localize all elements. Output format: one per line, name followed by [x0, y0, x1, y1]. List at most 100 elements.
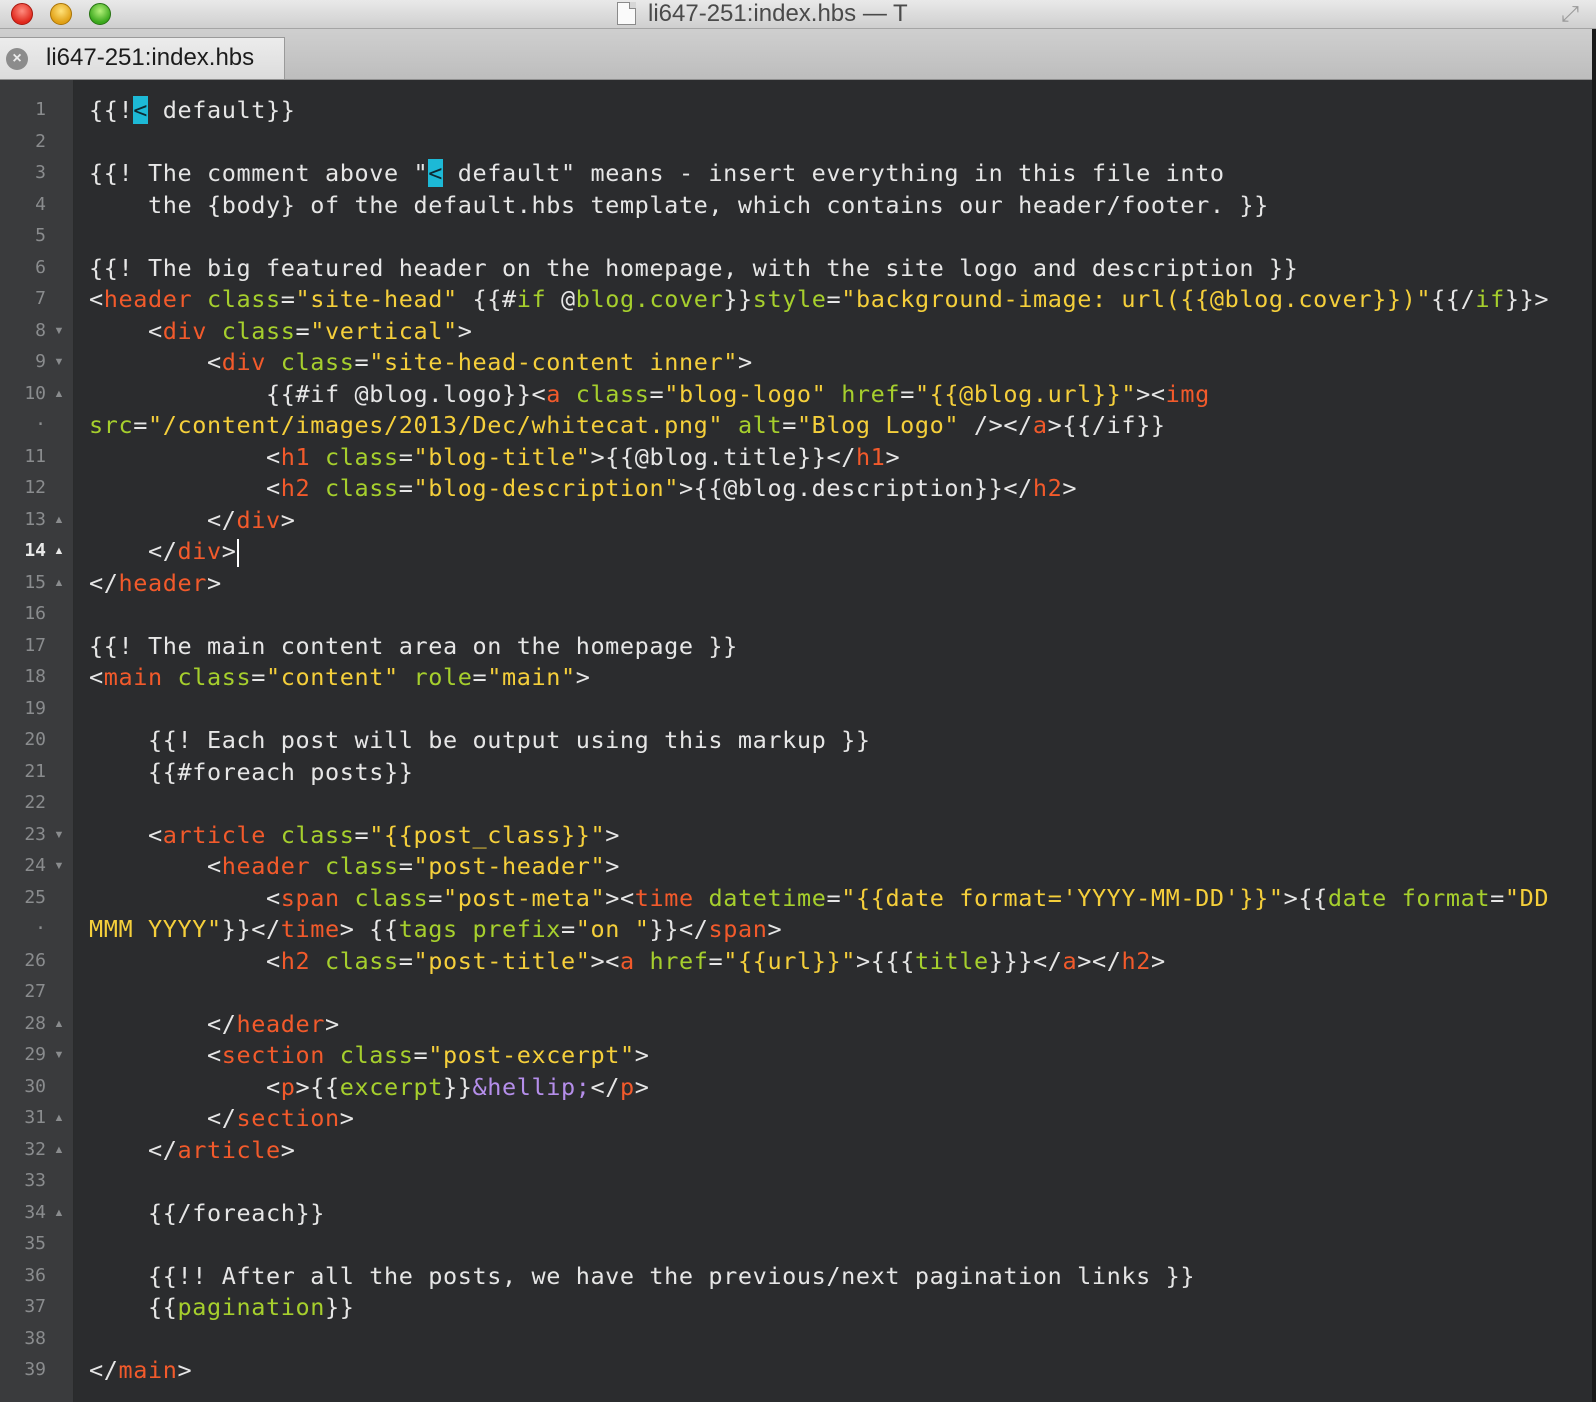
- code-line[interactable]: 4 the {body} of the default.hbs template…: [0, 189, 1592, 221]
- line-code[interactable]: <article class="{{post_class}}">: [89, 819, 620, 851]
- code-line[interactable]: 7 <header class="site-head" {{#if @blog.c…: [0, 283, 1592, 315]
- code-line[interactable]: 1 {{!< default}}: [0, 94, 1592, 126]
- fold-open-icon[interactable]: ▼: [52, 850, 66, 882]
- line-code[interactable]: <header class="site-head" {{#if @blog.co…: [89, 283, 1549, 315]
- line-code[interactable]: {{!! After all the posts, we have the pr…: [89, 1260, 1195, 1292]
- fold-close-icon[interactable]: ▲: [52, 1197, 66, 1229]
- code-line[interactable]: 5: [0, 220, 1592, 252]
- fold-close-icon[interactable]: ▲: [52, 535, 66, 567]
- code-line[interactable]: 38: [0, 1323, 1592, 1355]
- fold-close-icon[interactable]: ▲: [52, 1008, 66, 1040]
- fold-close-icon[interactable]: ▲: [52, 1134, 66, 1166]
- line-code[interactable]: <div class="vertical">: [89, 315, 472, 347]
- code-token: header: [103, 285, 193, 313]
- code-line[interactable]: 22: [0, 787, 1592, 819]
- line-code[interactable]: {{! The big featured header on the homep…: [89, 252, 1298, 284]
- code-line[interactable]: 14 ▲ </div>: [0, 535, 1592, 567]
- code-line[interactable]: 15 ▲ </header>: [0, 567, 1592, 599]
- minimize-window-button[interactable]: [50, 3, 72, 25]
- code-line[interactable]: 26 <h2 class="post-title"><a href="{{url…: [0, 945, 1592, 977]
- code-line[interactable]: 31 ▲ </section>: [0, 1102, 1592, 1134]
- close-window-button[interactable]: [11, 3, 33, 25]
- fold-close-icon[interactable]: ▲: [52, 378, 66, 410]
- tab-close-icon[interactable]: ×: [6, 48, 28, 70]
- fold-open-icon[interactable]: ▼: [52, 819, 66, 851]
- code-line[interactable]: 17 {{! The main content area on the homep…: [0, 630, 1592, 662]
- fold-close-icon[interactable]: ▲: [52, 504, 66, 536]
- fold-close-icon[interactable]: ▲: [52, 567, 66, 599]
- line-code[interactable]: <header class="post-header">: [89, 850, 620, 882]
- code-line[interactable]: 25 <span class="post-meta"><time datetim…: [0, 882, 1592, 914]
- code-line[interactable]: 9 ▼ <div class="site-head-content inner">: [0, 346, 1592, 378]
- line-number: 35: [24, 1233, 46, 1254]
- line-code[interactable]: </header>: [89, 567, 222, 599]
- line-code[interactable]: </article>: [89, 1134, 296, 1166]
- fold-open-icon[interactable]: ▼: [52, 1039, 66, 1071]
- line-code[interactable]: src="/content/images/2013/Dec/whitecat.p…: [89, 409, 1166, 441]
- line-code[interactable]: {{/foreach}}: [89, 1197, 325, 1229]
- fold-close-icon[interactable]: ▲: [52, 1102, 66, 1134]
- code-line[interactable]: 21 {{#foreach posts}}: [0, 756, 1592, 788]
- code-line[interactable]: 24 ▼ <header class="post-header">: [0, 850, 1592, 882]
- code-line[interactable]: 37 {{pagination}}: [0, 1291, 1592, 1323]
- code-token: h1: [855, 442, 886, 471]
- line-code[interactable]: <div class="site-head-content inner">: [89, 346, 753, 378]
- line-code[interactable]: {{!< default}}: [89, 94, 295, 126]
- line-code[interactable]: </div>: [89, 504, 295, 536]
- line-code[interactable]: {{! The main content area on the homepag…: [89, 630, 738, 662]
- line-code[interactable]: <section class="post-excerpt">: [89, 1039, 649, 1071]
- code-token: </: [89, 1104, 237, 1132]
- line-code[interactable]: <h1 class="blog-title">{{@blog.title}}</…: [89, 441, 900, 473]
- fold-open-icon[interactable]: ▼: [52, 346, 66, 378]
- fold-open-icon[interactable]: ▼: [52, 315, 66, 347]
- line-code[interactable]: </section>: [89, 1102, 354, 1134]
- line-code[interactable]: {{! The comment above "< default" means …: [89, 157, 1225, 189]
- line-code[interactable]: </header>: [89, 1008, 340, 1040]
- code-line[interactable]: 6 {{! The big featured header on the home…: [0, 252, 1592, 284]
- code-line[interactable]: · MMM YYYY"}}</time> {{tags prefix="on "}…: [0, 913, 1592, 945]
- code-line[interactable]: 10 ▲ {{#if @blog.logo}}<a class="blog-log…: [0, 378, 1592, 410]
- code-line[interactable]: 19: [0, 693, 1592, 725]
- code-line[interactable]: 8 ▼ <div class="vertical">: [0, 315, 1592, 347]
- code-line[interactable]: 32 ▲ </article>: [0, 1134, 1592, 1166]
- line-code[interactable]: <h2 class="blog-description">{{@blog.des…: [89, 472, 1077, 504]
- line-code[interactable]: the {body} of the default.hbs template, …: [89, 189, 1269, 221]
- code-line[interactable]: 20 {{! Each post will be output using th…: [0, 724, 1592, 756]
- code-line[interactable]: 18 <main class="content" role="main">: [0, 661, 1592, 693]
- line-code[interactable]: </main>: [89, 1354, 192, 1386]
- code-line[interactable]: 16: [0, 598, 1592, 630]
- line-code[interactable]: {{! Each post will be output using this …: [89, 724, 871, 756]
- code-line[interactable]: · src="/content/images/2013/Dec/whitecat.…: [0, 409, 1592, 441]
- line-code[interactable]: {{#if @blog.logo}}<a class="blog-logo" h…: [89, 378, 1210, 410]
- code-line[interactable]: 35: [0, 1228, 1592, 1260]
- code-line[interactable]: 23 ▼ <article class="{{post_class}}">: [0, 819, 1592, 851]
- line-code[interactable]: <main class="content" role="main">: [89, 661, 590, 693]
- code-line[interactable]: 11 <h1 class="blog-title">{{@blog.title}…: [0, 441, 1592, 473]
- window-edge-scrollbar[interactable]: [1592, 29, 1596, 1402]
- line-code[interactable]: <p>{{excerpt}}&hellip;</p>: [89, 1071, 649, 1103]
- zoom-window-button[interactable]: [89, 3, 111, 25]
- code-line[interactable]: 36 {{!! After all the posts, we have the…: [0, 1260, 1592, 1292]
- code-line[interactable]: 3 {{! The comment above "< default" means…: [0, 157, 1592, 189]
- code-line[interactable]: 27: [0, 976, 1592, 1008]
- code-line[interactable]: 29 ▼ <section class="post-excerpt">: [0, 1039, 1592, 1071]
- code-line[interactable]: 13 ▲ </div>: [0, 504, 1592, 536]
- line-code[interactable]: </div>: [89, 535, 239, 567]
- code-line[interactable]: 28 ▲ </header>: [0, 1008, 1592, 1040]
- code-line[interactable]: 34 ▲ {{/foreach}}: [0, 1197, 1592, 1229]
- fullscreen-icon[interactable]: ⤢: [1556, 2, 1584, 26]
- line-code[interactable]: {{pagination}}: [89, 1291, 354, 1323]
- code-editor[interactable]: 1 {{!< default}} 2 3 {{! The comment above "…: [0, 80, 1592, 1402]
- code-line[interactable]: 12 <h2 class="blog-description">{{@blog.…: [0, 472, 1592, 504]
- code-line[interactable]: 30 <p>{{excerpt}}&hellip;</p>: [0, 1071, 1592, 1103]
- line-code[interactable]: <span class="post-meta"><time datetime="…: [89, 882, 1549, 914]
- line-number: 17: [24, 634, 46, 656]
- code-line[interactable]: 33: [0, 1165, 1592, 1197]
- code-token: alt: [737, 411, 783, 439]
- tab-index-hbs[interactable]: × li647-251:index.hbs: [0, 37, 285, 79]
- line-code[interactable]: <h2 class="post-title"><a href="{{url}}"…: [89, 945, 1166, 977]
- code-line[interactable]: 2: [0, 126, 1592, 158]
- line-code[interactable]: MMM YYYY"}}</time> {{tags prefix="on "}}…: [89, 913, 782, 945]
- line-code[interactable]: {{#foreach posts}}: [89, 756, 413, 788]
- code-line[interactable]: 39 </main>: [0, 1354, 1592, 1386]
